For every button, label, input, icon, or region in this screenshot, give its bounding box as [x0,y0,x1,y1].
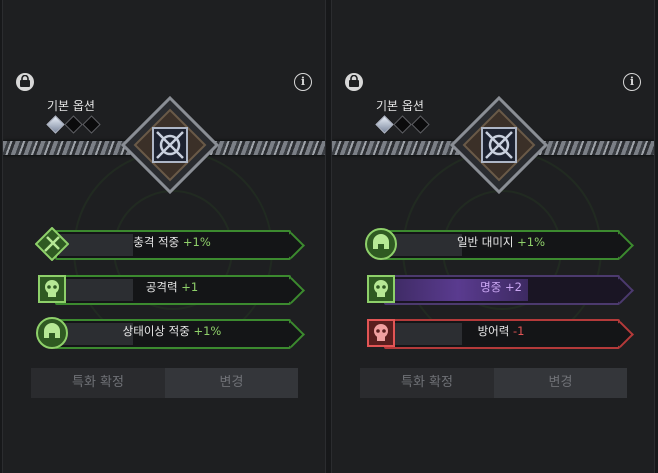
base-option-gems [375,115,430,134]
confirm-specialization-button[interactable]: 특화 확정 [360,368,494,398]
option-row[interactable]: 상태이상 적중 +1% [35,316,299,350]
option-row[interactable]: 명중 +2 [364,272,628,306]
option-value: +1% [182,235,211,249]
skull-icon [38,275,66,303]
base-option-label: 기본 옵션 [47,99,95,113]
option-name: 상태이상 적중 [122,324,190,338]
lock-icon[interactable] [345,73,363,91]
base-option-gems [46,115,101,134]
helmet-icon [365,228,397,260]
option-name: 방어력 [477,324,510,338]
gem-filled-icon [46,115,65,134]
left-option-panel: i 기본 옵션 충격 적중 +1% 공격력 +1 상태이상 적중 +1% 특화 … [2,0,326,473]
base-option-label: 기본 옵션 [376,99,424,113]
info-icon[interactable]: i [294,73,312,91]
change-button[interactable]: 변경 [165,368,298,398]
confirm-specialization-button[interactable]: 특화 확정 [31,368,165,398]
option-value: +1% [517,235,546,249]
skull-icon [367,275,395,303]
option-row[interactable]: 일반 대미지 +1% [364,227,628,261]
option-row[interactable]: 방어력 -1 [364,316,628,350]
right-option-panel: i 기본 옵션 일반 대미지 +1% 명중 +2 방어력 -1 특화 확정 변경 [331,0,655,473]
option-value: -1 [512,324,525,338]
gem-empty-icon [411,115,430,134]
helmet-icon [36,317,68,349]
celtic-knot-emblem-icon [450,96,548,194]
lock-icon[interactable] [16,73,34,91]
option-row[interactable]: 공격력 +1 [35,272,299,306]
option-value: +2 [504,280,522,294]
celtic-knot-emblem-icon [121,96,219,194]
option-row[interactable]: 충격 적중 +1% [35,227,299,261]
info-icon[interactable]: i [623,73,641,91]
option-value: +1 [181,280,199,294]
option-name: 공격력 [145,280,178,294]
option-name: 충격 적중 [133,235,180,249]
crossed-sword-icon [35,227,69,261]
gem-empty-icon [82,115,101,134]
option-value: +1% [193,324,222,338]
gem-empty-icon [64,115,83,134]
option-name: 일반 대미지 [456,235,514,249]
skull-icon [367,319,395,347]
change-button[interactable]: 변경 [494,368,627,398]
option-name: 명중 [480,280,502,294]
gem-empty-icon [393,115,412,134]
gem-filled-icon [375,115,394,134]
